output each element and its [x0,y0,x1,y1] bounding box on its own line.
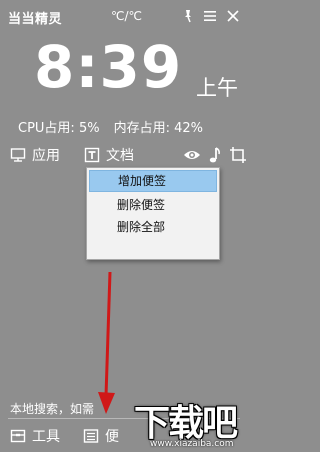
memory-usage: 内存占用: 42% [113,121,203,136]
crop-icon[interactable] [229,146,247,164]
menu-item-add-note[interactable]: 增加便签 [89,170,217,192]
apps-label: 应用 [32,148,60,164]
clock-time: 8:39 [34,33,183,101]
local-search-input[interactable]: 本地搜索，如需 [10,400,100,417]
notes-button[interactable]: 便 [83,426,119,446]
toolbox-icon [10,429,26,443]
app-title: 当当精灵 [8,12,63,27]
menu-item-delete-all[interactable]: 删除全部 [89,216,217,238]
pin-icon[interactable] [180,8,196,24]
temperature-readout[interactable]: ℃/℃ [111,9,142,23]
docs-label: 文档 [106,148,134,164]
monitor-icon [10,148,26,162]
hamburger-icon[interactable] [202,8,218,24]
docs-button[interactable]: 文档 [84,145,134,165]
tools-button[interactable]: 工具 [10,426,60,446]
eye-icon[interactable] [183,146,201,164]
watermark-url: www.xiazaiba.com [150,439,234,449]
menu-item-delete-note[interactable]: 删除便签 [89,194,217,216]
apps-button[interactable]: 应用 [10,145,60,165]
clock-period: 上午 [196,76,238,100]
tools-label: 工具 [32,429,60,445]
music-note-icon[interactable] [205,146,223,164]
system-stats: CPU占用: 5% 内存占用: 42% [18,117,203,136]
context-menu: 增加便签 删除便签 删除全部 [86,167,220,260]
notes-label: 便 [105,429,119,445]
text-doc-icon [84,147,100,163]
close-icon[interactable] [225,8,241,24]
note-icon [83,429,99,443]
cpu-usage: CPU占用: 5% [18,121,100,136]
